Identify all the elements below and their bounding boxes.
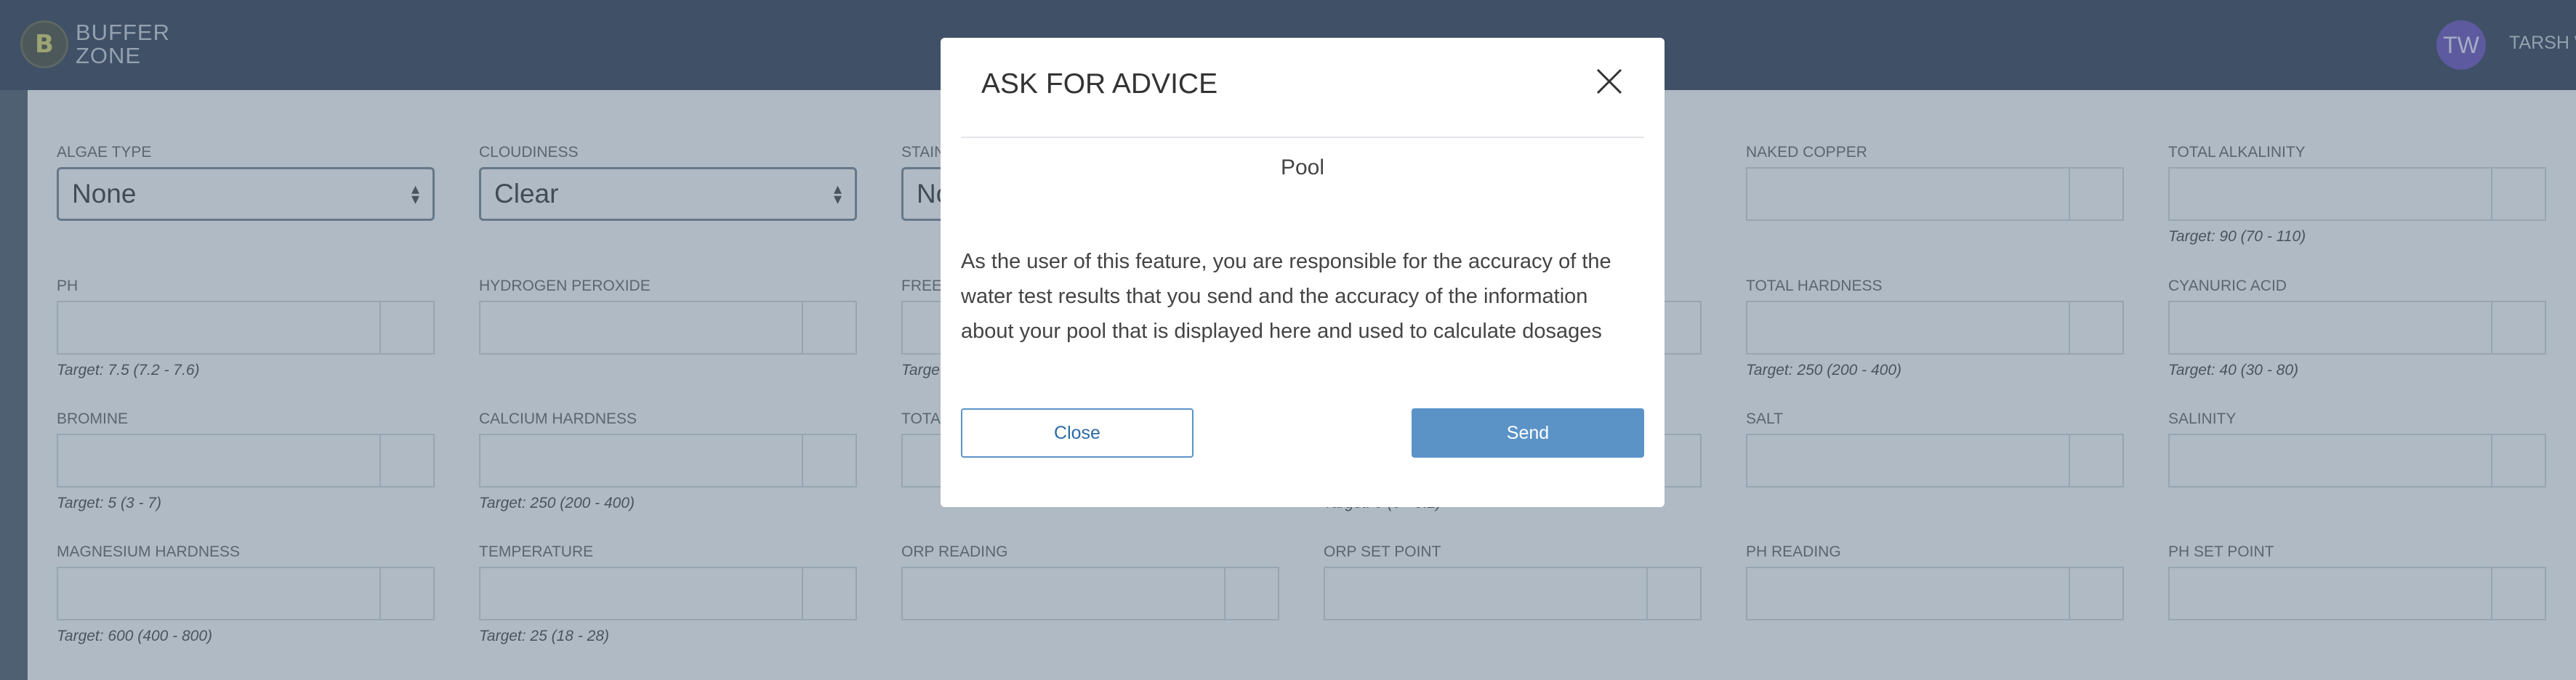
close-button[interactable]: Close xyxy=(961,408,1194,458)
modal-disclaimer-text: As the user of this feature, you are res… xyxy=(961,250,1611,343)
ask-for-advice-modal: ASK FOR ADVICE Pool As the user of this … xyxy=(941,38,1665,507)
close-icon[interactable] xyxy=(1592,64,1627,99)
send-button[interactable]: Send xyxy=(1412,408,1644,458)
modal-title: ASK FOR ADVICE xyxy=(981,68,1218,100)
modal-divider xyxy=(961,137,1644,138)
modal-subtitle: Pool xyxy=(1280,155,1325,179)
